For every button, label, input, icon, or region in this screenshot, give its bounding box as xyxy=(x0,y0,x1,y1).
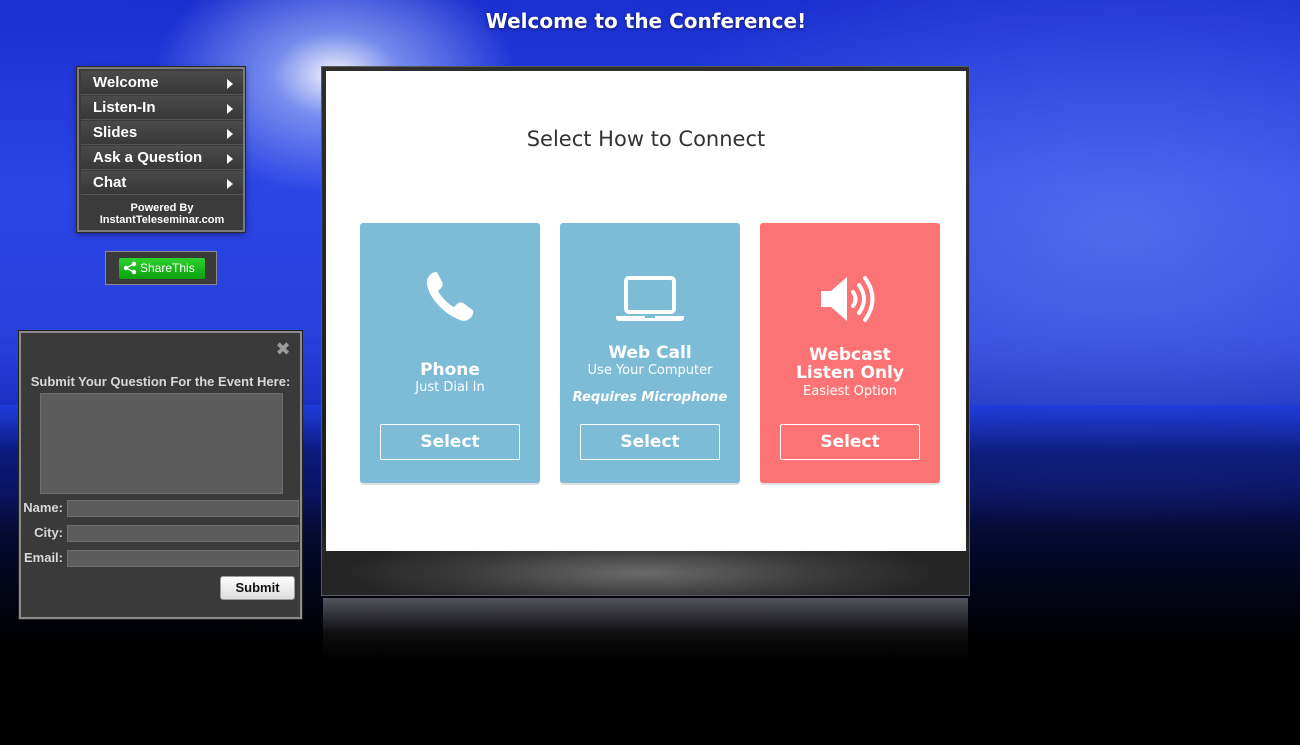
name-label: Name: xyxy=(23,500,63,515)
phone-icon xyxy=(360,270,540,324)
laptop-icon xyxy=(560,275,740,323)
card-title: Phone xyxy=(420,360,480,380)
email-field[interactable] xyxy=(67,550,299,567)
powered-by-site: InstantTeleseminar.com xyxy=(99,214,225,226)
card-subtitle: Use Your Computer xyxy=(587,363,713,378)
city-field[interactable] xyxy=(67,525,299,542)
card-title-line2: Listen Only xyxy=(796,363,904,383)
powered-by-label: Powered By xyxy=(130,202,194,214)
email-label: Email: xyxy=(23,550,63,565)
nav-item-label: Chat xyxy=(93,174,127,191)
caret-right-icon xyxy=(227,179,233,189)
frame-reflection xyxy=(323,598,968,660)
select-phone-button[interactable]: Select xyxy=(380,424,520,460)
share-icon xyxy=(123,261,137,275)
caret-right-icon xyxy=(227,104,233,114)
nav-item-listen-in[interactable]: Listen-In xyxy=(81,96,243,120)
powered-by-link[interactable]: Powered By InstantTeleseminar.com xyxy=(81,199,243,229)
card-subtitle: Easiest Option xyxy=(803,384,897,399)
card-note: Requires Microphone xyxy=(572,390,728,405)
share-label: ShareThis xyxy=(140,261,195,275)
speaker-icon xyxy=(760,271,940,327)
caret-right-icon xyxy=(227,154,233,164)
nav-item-welcome[interactable]: Welcome xyxy=(81,71,243,95)
connect-title: Select How to Connect xyxy=(526,127,766,151)
caret-right-icon xyxy=(227,129,233,139)
nav-item-chat[interactable]: Chat xyxy=(81,171,243,195)
webcast-card: Webcast Listen Only Easiest Option Selec… xyxy=(760,223,940,483)
share-button[interactable]: ShareThis xyxy=(119,258,205,279)
nav-item-label: Slides xyxy=(93,124,138,141)
phone-card: Phone Just Dial In Select xyxy=(360,223,540,483)
submit-button[interactable]: Submit xyxy=(220,576,295,600)
caret-right-icon xyxy=(227,79,233,89)
nav-item-ask-a-question[interactable]: Ask a Question xyxy=(81,146,243,170)
question-heading: Submit Your Question For the Event Here: xyxy=(30,374,291,389)
page-title: Welcome to the Conference! xyxy=(485,9,807,33)
question-textarea[interactable] xyxy=(40,393,283,494)
nav-item-label: Listen-In xyxy=(93,99,156,116)
select-web-call-button[interactable]: Select xyxy=(580,424,720,460)
connect-panel: Select How to Connect Phone Just Dial In… xyxy=(326,71,966,551)
select-webcast-button[interactable]: Select xyxy=(780,424,920,460)
close-icon[interactable]: ✖ xyxy=(274,341,292,359)
share-container: ShareThis xyxy=(105,251,217,285)
frame-base xyxy=(322,551,969,595)
nav-item-slides[interactable]: Slides xyxy=(81,121,243,145)
card-subtitle: Just Dial In xyxy=(415,380,485,395)
card-title: Web Call xyxy=(608,343,692,363)
nav-menu: Welcome Listen-In Slides Ask a Question … xyxy=(77,67,245,232)
nav-item-label: Ask a Question xyxy=(93,149,203,166)
card-title-line1: Webcast xyxy=(809,345,891,365)
nav-item-label: Welcome xyxy=(93,74,159,91)
name-field[interactable] xyxy=(67,500,299,517)
web-call-card: Web Call Use Your Computer Requires Micr… xyxy=(560,223,740,483)
city-label: City: xyxy=(34,525,63,540)
question-box: ✖ Submit Your Question For the Event Her… xyxy=(19,331,302,619)
